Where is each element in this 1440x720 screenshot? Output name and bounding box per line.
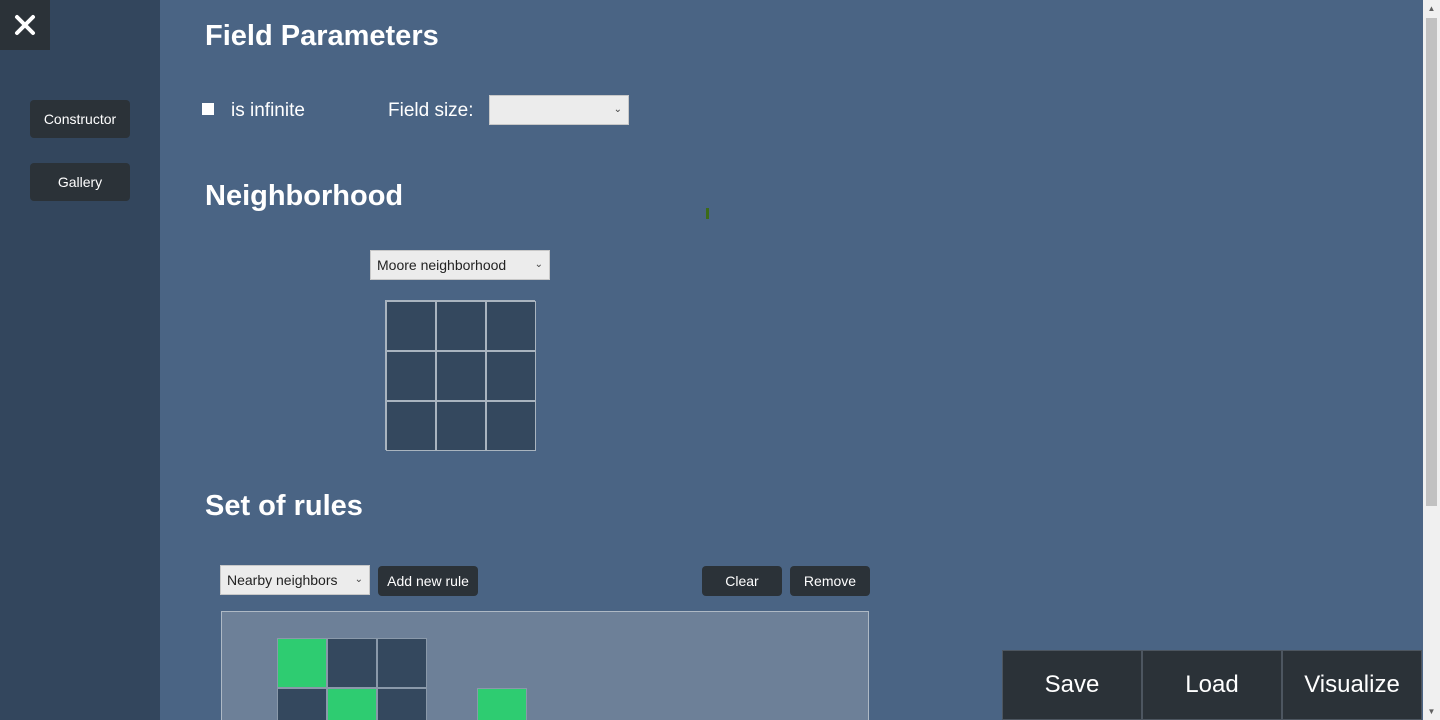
- constructor-button[interactable]: Constructor: [30, 100, 130, 138]
- rule-type-value: Nearby neighbors: [227, 572, 338, 588]
- field-size-select[interactable]: ⌄: [489, 95, 629, 125]
- clear-button[interactable]: Clear: [702, 566, 782, 596]
- chevron-down-icon: ⌄: [354, 573, 363, 585]
- load-button[interactable]: Load: [1142, 650, 1282, 720]
- neighborhood-cell[interactable]: [386, 351, 436, 401]
- rule-type-select[interactable]: Nearby neighbors ⌄: [220, 565, 370, 595]
- rule-cell[interactable]: [377, 638, 427, 688]
- scroll-up-icon[interactable]: ▲: [1423, 0, 1440, 17]
- vertical-scrollbar[interactable]: ▲ ▼: [1423, 0, 1440, 720]
- chevron-down-icon: ⌄: [613, 103, 622, 115]
- neighborhood-heading: Neighborhood: [205, 180, 404, 212]
- neighborhood-cell[interactable]: [436, 351, 486, 401]
- rule-cell[interactable]: [277, 688, 327, 720]
- chevron-down-icon: ⌄: [534, 258, 543, 270]
- remove-button[interactable]: Remove: [790, 566, 870, 596]
- visualize-button[interactable]: Visualize: [1282, 650, 1422, 720]
- scroll-thumb[interactable]: [1426, 18, 1437, 506]
- neighborhood-cell[interactable]: [486, 351, 536, 401]
- neighborhood-cell[interactable]: [436, 301, 486, 351]
- scroll-down-icon[interactable]: ▼: [1423, 703, 1440, 720]
- gallery-button[interactable]: Gallery: [30, 163, 130, 201]
- rule-cell[interactable]: [327, 638, 377, 688]
- rule-editor-panel: [221, 611, 869, 720]
- add-rule-button[interactable]: Add new rule: [378, 566, 478, 596]
- action-bar: Save Load Visualize: [1002, 650, 1422, 720]
- neighborhood-value: Moore neighborhood: [377, 257, 507, 273]
- neighborhood-cell[interactable]: [386, 301, 436, 351]
- neighborhood-cell[interactable]: [486, 401, 536, 451]
- rules-heading: Set of rules: [205, 490, 363, 522]
- rule-cell[interactable]: [277, 638, 327, 688]
- infinite-checkbox[interactable]: [202, 103, 214, 115]
- rule-result-cell[interactable]: [477, 688, 527, 720]
- rule-cell[interactable]: [377, 688, 427, 720]
- neighborhood-grid: [385, 300, 536, 451]
- neighborhood-cell[interactable]: [436, 401, 486, 451]
- close-icon: [15, 15, 35, 35]
- neighborhood-cell[interactable]: [486, 301, 536, 351]
- neighborhood-select[interactable]: Moore neighborhood ⌄: [370, 250, 550, 280]
- infinite-label: is infinite: [231, 100, 305, 121]
- close-button[interactable]: [0, 0, 50, 50]
- rule-cell[interactable]: [327, 688, 377, 720]
- cursor-marker: [706, 208, 709, 219]
- sidebar: Constructor Gallery: [0, 0, 160, 720]
- field-parameters-heading: Field Parameters: [205, 20, 439, 52]
- save-button[interactable]: Save: [1002, 650, 1142, 720]
- neighborhood-cell[interactable]: [386, 401, 436, 451]
- field-size-label: Field size:: [388, 100, 474, 121]
